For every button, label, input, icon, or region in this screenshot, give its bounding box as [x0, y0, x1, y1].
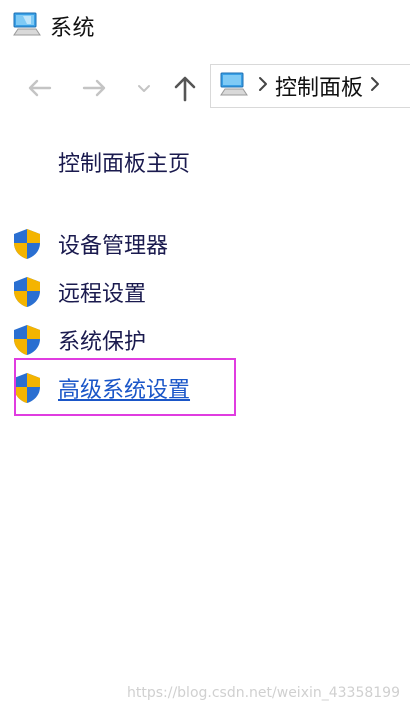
chevron-down-icon	[138, 85, 150, 92]
sidebar-item-system-protection[interactable]: 系统保护	[12, 316, 392, 364]
arrow-right-icon	[82, 79, 106, 97]
uac-shield-icon	[14, 229, 40, 259]
recent-locations-button[interactable]	[132, 70, 156, 106]
address-bar[interactable]: 控制面板	[210, 64, 410, 108]
window-title: 系统	[50, 16, 96, 41]
arrow-up-icon	[174, 76, 196, 102]
sidebar-item-label: 高级系统设置	[58, 378, 191, 403]
sidebar-item-label: 设备管理器	[58, 234, 169, 259]
sidebar-item-advanced-system-settings[interactable]: 高级系统设置	[12, 364, 392, 412]
watermark: https://blog.csdn.net/weixin_43358199	[126, 685, 400, 701]
uac-shield-icon	[14, 325, 40, 355]
back-button[interactable]	[22, 70, 56, 106]
sidebar-item-remote-settings[interactable]: 远程设置	[12, 268, 392, 316]
title-bar: 系统	[12, 10, 95, 42]
forward-button[interactable]	[78, 70, 112, 106]
system-window: 系统 控制面板 控制面板主页 设备管理器 远程设置 系统保护 高级系统设置 ht…	[0, 0, 410, 711]
sidebar-task-list: 设备管理器 远程设置 系统保护 高级系统设置	[12, 220, 392, 412]
sidebar-item-label: 系统保护	[58, 330, 147, 355]
computer-icon	[12, 11, 42, 41]
chevron-right-icon[interactable]	[369, 76, 381, 96]
navigation-bar: 控制面板	[0, 64, 410, 112]
computer-icon	[219, 71, 251, 101]
sidebar-item-device-manager[interactable]: 设备管理器	[12, 220, 392, 268]
arrow-left-icon	[28, 79, 52, 97]
breadcrumb-control-panel[interactable]: 控制面板	[275, 70, 363, 102]
uac-shield-icon	[14, 373, 40, 403]
chevron-right-icon[interactable]	[257, 76, 269, 96]
up-button[interactable]	[168, 70, 202, 106]
control-panel-home-link[interactable]: 控制面板主页	[58, 146, 190, 178]
sidebar-item-label: 远程设置	[58, 282, 147, 307]
uac-shield-icon	[14, 277, 40, 307]
